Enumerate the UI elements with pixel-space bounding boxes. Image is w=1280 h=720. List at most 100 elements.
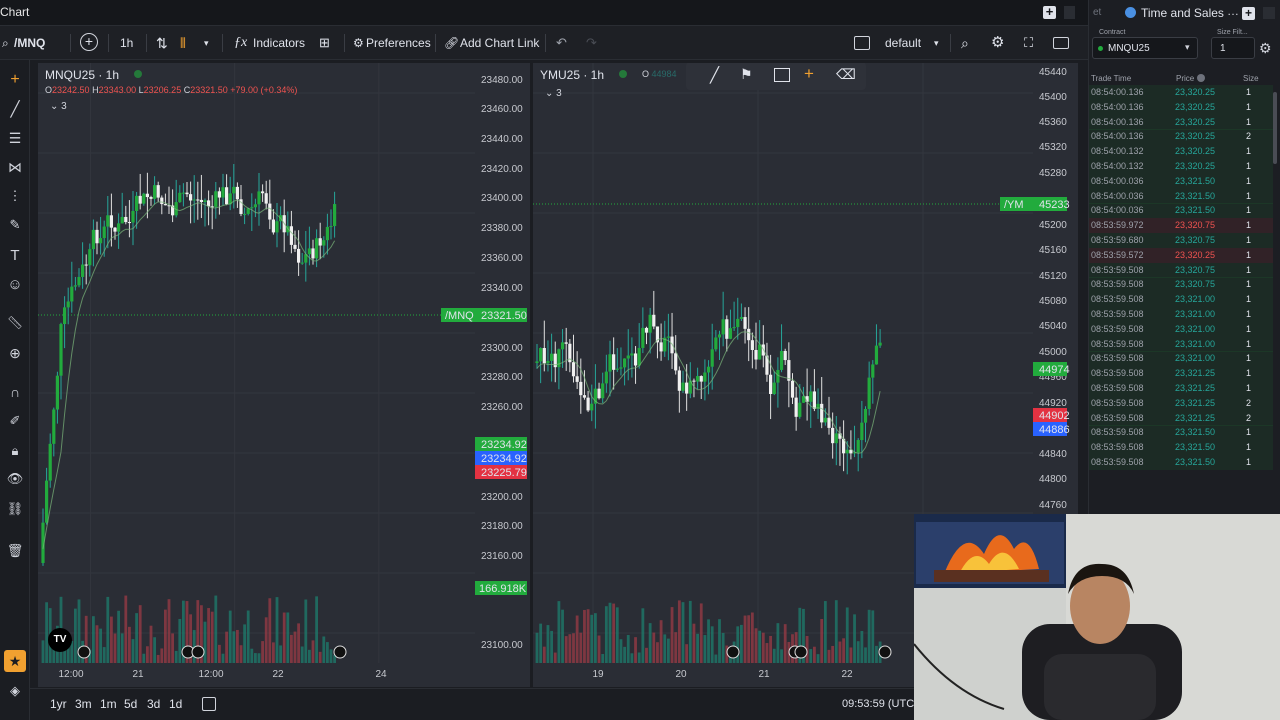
trade-price: 23,321.25 xyxy=(1175,412,1216,423)
redo-icon[interactable]: ↷ xyxy=(586,33,597,53)
chart-canvas-left[interactable]: 23480.00 23460.00 23440.00 23420.00 23400.00… xyxy=(38,63,530,687)
crosshair-icon[interactable]: + xyxy=(4,69,26,91)
camera-icon[interactable] xyxy=(1053,37,1069,49)
templates-icon[interactable]: ⊞ xyxy=(319,33,330,53)
symbol-search-icon[interactable]: ⌕ xyxy=(2,33,9,53)
favorite-star-icon[interactable]: ★ xyxy=(4,650,26,672)
add-chart-link-button[interactable]: Add Chart Link xyxy=(460,33,539,53)
candle-body xyxy=(325,226,329,241)
price-axis-label: 23300.00 xyxy=(481,343,523,354)
candle-body xyxy=(253,204,257,208)
indicator-collapse[interactable]: ⌄ 3 xyxy=(50,101,67,112)
candles-icon[interactable]: ⫴ xyxy=(180,33,186,53)
symbol-selector[interactable]: /MNQ xyxy=(14,33,45,53)
panel-menu-icon[interactable] xyxy=(1263,7,1275,19)
eye-icon[interactable]: 👁︎ xyxy=(4,468,26,490)
zoom-icon[interactable]: ⊕ xyxy=(4,342,26,364)
volume-bar xyxy=(780,649,783,663)
text-icon[interactable]: T xyxy=(4,244,26,266)
time-axis-label: 22 xyxy=(841,669,853,680)
link-tool-icon[interactable]: ⛓︎ xyxy=(4,498,26,520)
volume-bar xyxy=(41,640,45,663)
add-panel-icon[interactable]: + xyxy=(1242,7,1255,20)
indicators-icon[interactable]: ƒx xyxy=(234,33,247,53)
volume-bar xyxy=(304,599,308,663)
layers-icon[interactable]: ◈ xyxy=(4,680,26,702)
indicator-collapse[interactable]: ⌄ 3 xyxy=(545,88,562,99)
rectangle-icon[interactable] xyxy=(774,68,790,82)
lock-icon[interactable]: 🔒︎ xyxy=(4,440,26,462)
layout-icon[interactable] xyxy=(854,36,870,50)
fullscreen-icon[interactable]: ⛶ xyxy=(1024,33,1033,53)
chart-pane-left[interactable]: 23480.00 23460.00 23440.00 23420.00 23400.00… xyxy=(38,63,530,687)
more-icon[interactable]: … xyxy=(1227,4,1239,18)
scrollbar[interactable] xyxy=(1273,92,1277,164)
trade-row: 08:54:00.036 23,321.50 1 xyxy=(1089,203,1273,219)
pattern-icon[interactable]: ⋈ xyxy=(4,156,26,178)
candle-body xyxy=(728,328,733,339)
quick-search-icon[interactable]: ⌕ xyxy=(961,33,969,53)
tab-prev[interactable]: et xyxy=(1093,7,1101,18)
candle-body xyxy=(641,327,645,348)
link-icon[interactable]: 🔗︎ xyxy=(444,33,459,53)
col-size[interactable]: Size xyxy=(1243,74,1259,83)
range-1yr[interactable]: 1yr xyxy=(50,697,67,711)
candle-body xyxy=(604,371,608,384)
gear-icon[interactable]: ⚙ xyxy=(1259,40,1272,57)
indicators-button[interactable]: Indicators xyxy=(253,33,305,53)
trade-size: 1 xyxy=(1246,427,1252,438)
settings-icon[interactable]: ⚙ xyxy=(991,33,1004,53)
candle-body xyxy=(84,264,88,266)
candle-body xyxy=(798,402,802,417)
flag-icon[interactable]: ⚑ xyxy=(740,66,753,83)
eraser-icon[interactable]: ⌫ xyxy=(836,66,856,83)
prediction-icon[interactable]: ⋮ xyxy=(4,185,26,207)
price-axis-label: 23480.00 xyxy=(481,75,523,86)
range-3d[interactable]: 3d xyxy=(147,697,160,711)
line-icon[interactable]: ╱ xyxy=(710,66,719,84)
volume-bar xyxy=(594,613,597,663)
price-axis-label: 45280 xyxy=(1039,168,1067,179)
add-symbol-icon[interactable]: + xyxy=(80,33,98,51)
undo-icon[interactable]: ↶ xyxy=(556,33,567,53)
clock[interactable]: 09:53:59 (UTC xyxy=(842,698,914,710)
contract-value: MNQU25 xyxy=(1108,43,1150,54)
compare-icon[interactable]: ⇅ xyxy=(156,33,168,53)
brush-icon[interactable]: ✎ xyxy=(4,214,26,236)
candle-body xyxy=(45,480,49,523)
pencil-lock-icon[interactable]: ✐ xyxy=(4,410,26,432)
size-filter-input[interactable]: 1 xyxy=(1211,37,1255,59)
emoji-icon[interactable]: ☺ xyxy=(4,273,26,295)
fib-icon[interactable]: ☰ xyxy=(4,127,26,149)
trendline-icon[interactable]: ╱ xyxy=(4,98,26,120)
tab-time-and-sales[interactable]: Time and Sales xyxy=(1141,6,1224,20)
volume-bar xyxy=(113,633,117,663)
date-range-icon[interactable] xyxy=(202,697,216,711)
ruler-icon[interactable]: 📏︎ xyxy=(4,312,26,334)
volume-bar xyxy=(542,646,546,663)
candle-body xyxy=(73,285,77,287)
trash-icon[interactable]: 🗑︎ xyxy=(4,540,26,562)
contract-select[interactable]: MNQU25 ▾ xyxy=(1092,37,1198,59)
layout-selector[interactable]: default xyxy=(885,33,921,53)
volume-bar xyxy=(875,645,878,663)
trade-time: 08:53:59.972 xyxy=(1091,220,1144,231)
interval-selector[interactable]: 1h xyxy=(120,33,133,53)
chevron-down-icon[interactable]: ▾ xyxy=(204,33,209,53)
range-5d[interactable]: 5d xyxy=(124,697,137,711)
col-price[interactable]: Price xyxy=(1176,74,1194,83)
range-3m[interactable]: 3m xyxy=(75,697,92,711)
gear-icon[interactable]: ⚙ xyxy=(353,33,364,53)
trade-time: 08:53:59.508 xyxy=(1091,412,1144,423)
col-trade-time[interactable]: Trade Time xyxy=(1091,74,1131,83)
candle-body xyxy=(55,375,59,410)
crosshair-icon[interactable]: + xyxy=(804,64,814,84)
window-ctrl-icon[interactable] xyxy=(1064,6,1075,19)
chevron-down-icon[interactable]: ▾ xyxy=(934,33,939,53)
magnet-icon[interactable]: ∩ xyxy=(4,381,26,403)
range-1m[interactable]: 1m xyxy=(100,697,117,711)
trade-row: 08:53:59.508 23,321.00 1 xyxy=(1089,307,1273,322)
preferences-button[interactable]: Preferences xyxy=(366,33,431,53)
range-1d[interactable]: 1d xyxy=(169,697,182,711)
add-tab-icon[interactable]: + xyxy=(1043,5,1056,19)
